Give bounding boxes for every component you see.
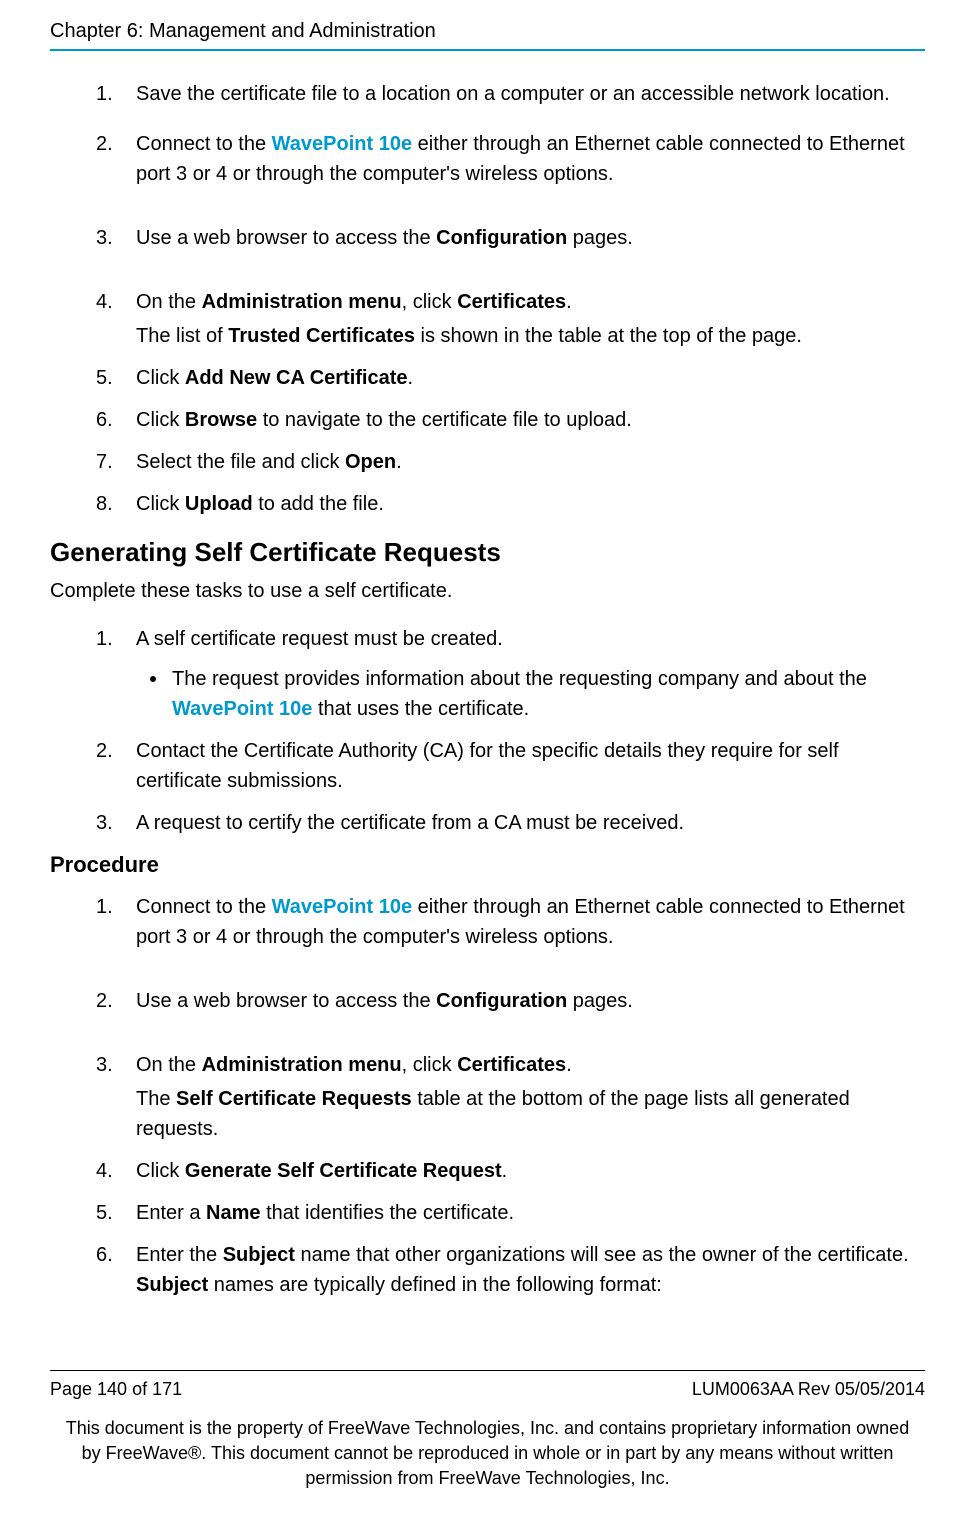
list-item: A request to certify the certificate fro…: [96, 808, 925, 838]
bullet-text-part: that uses the certificate.: [312, 698, 529, 720]
step-subline: The Self Certificate Requests table at t…: [136, 1084, 925, 1144]
bold-term: Add New CA Certificate: [185, 367, 408, 389]
step-text-part: Click: [136, 493, 185, 515]
step-text-part: Click: [136, 1160, 185, 1182]
footer-legal: This document is the property of FreeWav…: [50, 1416, 925, 1492]
bold-term: Certificates: [457, 1054, 566, 1076]
heading-intro-text: Complete these tasks to use a self certi…: [50, 576, 925, 606]
list-item: Contact the Certificate Authority (CA) f…: [96, 736, 925, 796]
footer-row: Page 140 of 171 LUM0063AA Rev 05/05/2014: [50, 1379, 925, 1400]
list-item: Connect to the WavePoint 10e either thro…: [96, 892, 925, 952]
wavepoint-link[interactable]: WavePoint 10e: [272, 133, 412, 155]
list-item: Select the file and click Open.: [96, 447, 925, 477]
step-text-part: that identifies the certificate.: [261, 1202, 514, 1224]
step-text-part: On the: [136, 291, 202, 313]
steps-list-2: A self certificate request must be creat…: [96, 624, 925, 838]
step-text-part: name that other organizations will see a…: [295, 1244, 909, 1266]
step-text-part: Use a web browser to access the: [136, 990, 436, 1012]
bold-term: Name: [206, 1202, 260, 1224]
bullet-item: The request provides information about t…: [136, 664, 925, 724]
wavepoint-link[interactable]: WavePoint 10e: [272, 896, 412, 918]
page-number: Page 140 of 171: [50, 1379, 182, 1400]
step-text-part: names are typically defined in the follo…: [208, 1274, 662, 1296]
heading-generating-self-cert: Generating Self Certificate Requests: [50, 537, 925, 568]
step-text-part: On the: [136, 1054, 202, 1076]
step-text-part: Use a web browser to access the: [136, 227, 436, 249]
list-item: On the Administration menu, click Certif…: [96, 287, 925, 351]
step-text-part: to add the file.: [253, 493, 384, 515]
bold-term: Certificates: [457, 291, 566, 313]
chapter-title: Chapter 6: Management and Administration: [50, 20, 436, 42]
page-header: Chapter 6: Management and Administration: [50, 20, 925, 51]
step-text-part: .: [408, 367, 414, 389]
bold-term: Trusted Certificates: [228, 325, 415, 347]
sub-bullets: The request provides information about t…: [136, 664, 925, 724]
bold-term: Configuration: [436, 227, 567, 249]
step-text-part: , click: [402, 291, 458, 313]
steps-list-1: Save the certificate file to a location …: [96, 79, 925, 519]
page-footer: Page 140 of 171 LUM0063AA Rev 05/05/2014…: [50, 1370, 925, 1492]
main-content: Save the certificate file to a location …: [50, 79, 925, 1300]
heading-procedure: Procedure: [50, 852, 925, 878]
list-item: Click Add New CA Certificate.: [96, 363, 925, 393]
list-item: A self certificate request must be creat…: [96, 624, 925, 724]
step-text-part: is shown in the table at the top of the …: [415, 325, 802, 347]
step-text-part: Click: [136, 409, 185, 431]
step-text-part: The list of: [136, 325, 228, 347]
bold-term: Configuration: [436, 990, 567, 1012]
step-text-part: Enter a: [136, 1202, 206, 1224]
step-text-part: , click: [402, 1054, 458, 1076]
doc-revision: LUM0063AA Rev 05/05/2014: [692, 1379, 925, 1400]
list-item: On the Administration menu, click Certif…: [96, 1050, 925, 1144]
list-item: Enter a Name that identifies the certifi…: [96, 1198, 925, 1228]
step-text-part: .: [502, 1160, 508, 1182]
bold-term: Subject: [136, 1274, 208, 1296]
list-item: Click Upload to add the file.: [96, 489, 925, 519]
bold-term: Open: [345, 451, 396, 473]
step-subline: The list of Trusted Certificates is show…: [136, 321, 925, 351]
step-text: Contact the Certificate Authority (CA) f…: [136, 740, 839, 792]
list-item: Enter the Subject name that other organi…: [96, 1240, 925, 1300]
wavepoint-link[interactable]: WavePoint 10e: [172, 698, 312, 720]
list-item: Use a web browser to access the Configur…: [96, 986, 925, 1016]
step-text-part: Connect to the: [136, 133, 272, 155]
bold-term: Generate Self Certificate Request: [185, 1160, 502, 1182]
bold-term: Administration menu: [202, 291, 402, 313]
bold-term: Upload: [185, 493, 253, 515]
step-text-part: Click: [136, 367, 185, 389]
step-text-part: pages.: [567, 990, 633, 1012]
step-text-part: .: [396, 451, 402, 473]
step-text-part: Enter the: [136, 1244, 223, 1266]
list-item: Connect to the WavePoint 10e either thro…: [96, 129, 925, 189]
bullet-text-part: The request provides information about t…: [172, 668, 867, 690]
step-text-part: .: [566, 1054, 572, 1076]
step-text-part: to navigate to the certificate file to u…: [257, 409, 632, 431]
step-text-part: Connect to the: [136, 896, 272, 918]
bold-term: Browse: [185, 409, 257, 431]
bold-term: Self Certificate Requests: [176, 1088, 412, 1110]
step-text: A self certificate request must be creat…: [136, 628, 503, 650]
bold-term: Administration menu: [202, 1054, 402, 1076]
step-text-part: pages.: [567, 227, 633, 249]
list-item: Save the certificate file to a location …: [96, 79, 925, 109]
step-text-part: .: [566, 291, 572, 313]
step-text: Save the certificate file to a location …: [136, 83, 890, 105]
document-page: Chapter 6: Management and Administration…: [0, 0, 975, 1512]
list-item: Click Generate Self Certificate Request.: [96, 1156, 925, 1186]
list-item: Use a web browser to access the Configur…: [96, 223, 925, 253]
step-text: A request to certify the certificate fro…: [136, 812, 684, 834]
steps-list-3: Connect to the WavePoint 10e either thro…: [96, 892, 925, 1300]
bold-term: Subject: [223, 1244, 295, 1266]
step-text-part: Select the file and click: [136, 451, 345, 473]
step-text-part: The: [136, 1088, 176, 1110]
list-item: Click Browse to navigate to the certific…: [96, 405, 925, 435]
